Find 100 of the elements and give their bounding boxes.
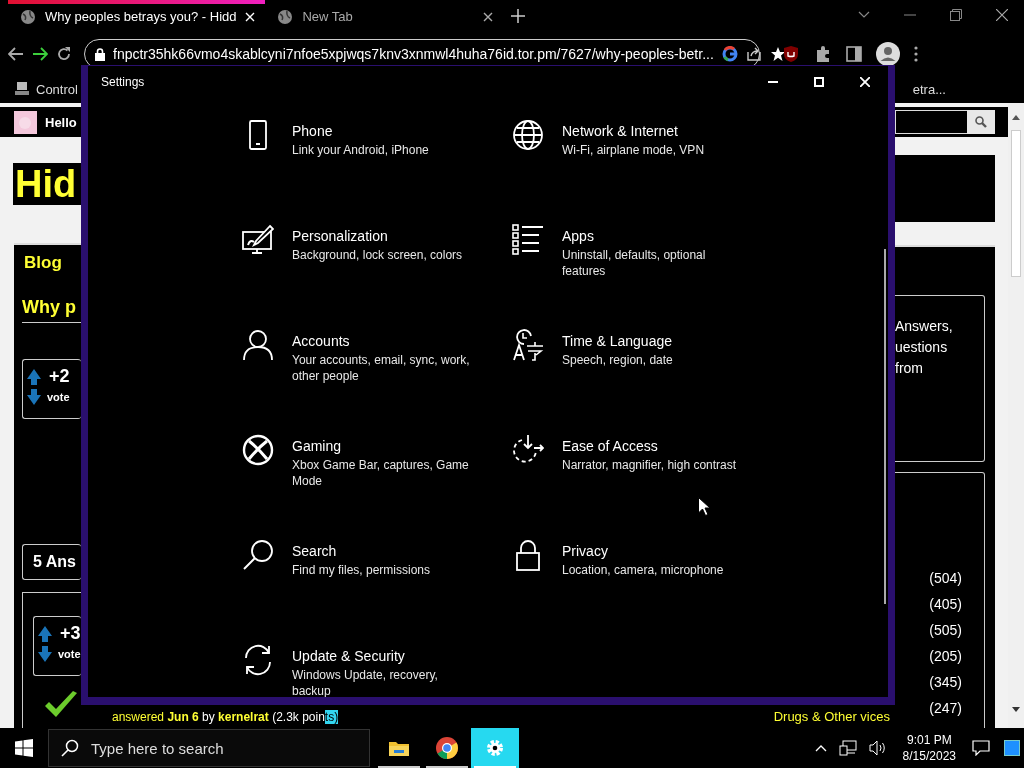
settings-category[interactable]: Personalization Background, lock screen, colors <box>242 224 512 329</box>
reload-icon[interactable] <box>56 46 72 62</box>
globe-icon <box>20 8 36 25</box>
category-title: Privacy <box>562 543 609 559</box>
sidebar-text: from <box>895 359 924 378</box>
category-count: (205) <box>929 647 962 666</box>
category-description: Find my files, permissions <box>292 562 432 578</box>
settings-category[interactable]: Phone Link your Android, iPhone <box>242 119 512 224</box>
site-title: Hid <box>13 163 81 205</box>
search-button[interactable] <box>967 110 995 134</box>
clock[interactable]: 9:01 PM 8/15/2023 <box>902 732 956 764</box>
scroll-thumb[interactable] <box>1011 130 1021 277</box>
volume-icon[interactable] <box>868 740 887 756</box>
sync-icon <box>242 644 274 676</box>
restore-icon[interactable] <box>950 9 962 21</box>
category-count: (505) <box>929 621 962 640</box>
bookmark[interactable]: etra... <box>912 81 946 97</box>
category-title: Gaming <box>292 438 343 454</box>
settings-category[interactable]: Time & Language Speech, region, date <box>512 329 782 434</box>
new-tab-icon[interactable] <box>511 9 526 23</box>
category-description: Speech, region, date <box>562 352 674 368</box>
puzzle-icon[interactable] <box>814 45 832 63</box>
notification-icon[interactable] <box>972 740 990 756</box>
windows-icon <box>15 739 33 757</box>
settings-category[interactable]: Search Find my files, permissions <box>242 539 512 644</box>
category-title: Update & Security <box>292 648 406 664</box>
settings-category[interactable]: Ease of Access Narrator, magnifier, high contrast <box>512 434 782 539</box>
tab-title: New Tab <box>302 9 354 24</box>
tab-title: Why peoples betrays you? - Hidd <box>45 9 237 24</box>
category-title: Apps <box>562 228 595 244</box>
answer-meta: answered Jun 6 by kernelrat (2.3k points) <box>112 709 339 724</box>
category-description: Background, lock screen, colors <box>292 247 464 263</box>
category-count: (504) <box>929 569 962 588</box>
close-icon[interactable] <box>483 11 494 22</box>
chevron-down-icon[interactable] <box>858 11 870 19</box>
maximize-icon <box>814 77 824 87</box>
category-description: Xbox Game Bar, captures, Game Mode <box>292 457 470 489</box>
sidebar-text: Answers, <box>895 317 954 336</box>
arrow-up-icon[interactable] <box>38 625 52 642</box>
chrome-icon <box>435 736 459 760</box>
greeting: Hello <box>45 114 77 130</box>
category-title: Phone <box>292 123 334 139</box>
category-title: Accounts <box>292 333 351 349</box>
category-description: Wi-Fi, airplane mode, VPN <box>562 142 706 158</box>
window-title: Settings <box>101 75 145 89</box>
sidebar-icon[interactable] <box>846 46 862 62</box>
category-title: Personalization <box>292 228 389 244</box>
close-icon[interactable] <box>996 9 1008 21</box>
settings-category[interactable]: Privacy Location, camera, microphone <box>512 539 782 644</box>
forward-icon[interactable] <box>32 47 48 61</box>
back-icon[interactable] <box>8 47 24 61</box>
category-description: Windows Update, recovery, backup <box>292 667 439 697</box>
arrow-up-icon[interactable] <box>27 368 41 385</box>
category-count: (247) <box>929 699 962 718</box>
vote-count: +3 <box>60 623 81 644</box>
category-title: Ease of Access <box>562 438 659 454</box>
search-icon <box>242 539 274 571</box>
arrow-down-icon[interactable] <box>1012 707 1020 712</box>
star-icon[interactable] <box>769 46 786 62</box>
browser-tab[interactable]: New Tab <box>265 0 504 33</box>
url-text: fnpctr35hk66vmo4skablcyni7nfoe5xpjwqs7knv3xnmwl4huha76id.tor.pm/7627/why-peoples-betr... <box>113 46 714 62</box>
cursor-icon <box>698 497 710 516</box>
scrollbar[interactable] <box>884 249 886 604</box>
vote-count: +2 <box>49 366 70 387</box>
search-icon <box>975 116 987 128</box>
sidebar-text: uestions <box>895 338 949 357</box>
globe-icon <box>512 119 544 151</box>
lock-icon <box>95 47 105 61</box>
category-description: Your accounts, email, sync, work, other people <box>292 352 471 384</box>
settings-category[interactable]: Update & Security Windows Update, recovery, backup <box>242 644 512 697</box>
arrow-up-icon[interactable] <box>1012 115 1020 120</box>
profile-icon[interactable] <box>876 42 900 66</box>
category-title: Search <box>292 543 338 559</box>
monitor-brush-icon <box>242 224 274 256</box>
google-icon[interactable] <box>721 46 738 62</box>
settings-category[interactable]: Accounts Your accounts, email, sync, work, other people <box>242 329 512 434</box>
category-description: Location, camera, microphone <box>562 562 725 578</box>
settings-category[interactable]: Network & Internet Wi-Fi, airplane mode, VPN <box>512 119 782 224</box>
taskbar-search-field[interactable]: Type here to search <box>48 729 370 767</box>
category-description: Link your Android, iPhone <box>292 142 430 158</box>
category-title: Network & Internet <box>562 123 679 139</box>
list-icon <box>512 224 544 256</box>
clock-letters-icon <box>512 329 544 361</box>
category-link[interactable]: Drugs & Other vices <box>773 709 890 724</box>
search-icon <box>61 739 79 757</box>
settings-category[interactable]: Apps Uninstall, defaults, optional features <box>512 224 782 329</box>
shield-icon[interactable] <box>782 45 800 63</box>
network-icon[interactable] <box>838 740 857 756</box>
settings-category[interactable]: Gaming Xbox Game Bar, captures, Game Mode <box>242 434 512 539</box>
vote-label: vote <box>58 648 81 660</box>
chevron-up-icon[interactable] <box>814 744 827 752</box>
category-count: (345) <box>929 673 962 692</box>
category-description: Narrator, magnifier, high contrast <box>562 457 738 473</box>
bookmark[interactable]: Control <box>14 81 78 97</box>
share-icon[interactable] <box>745 46 762 62</box>
avatar-icon <box>14 110 37 134</box>
more-icon[interactable] <box>914 46 918 62</box>
category-description: Uninstall, defaults, optional features <box>562 247 707 279</box>
computer-icon <box>14 81 30 97</box>
category-title: Time & Language <box>562 333 673 349</box>
